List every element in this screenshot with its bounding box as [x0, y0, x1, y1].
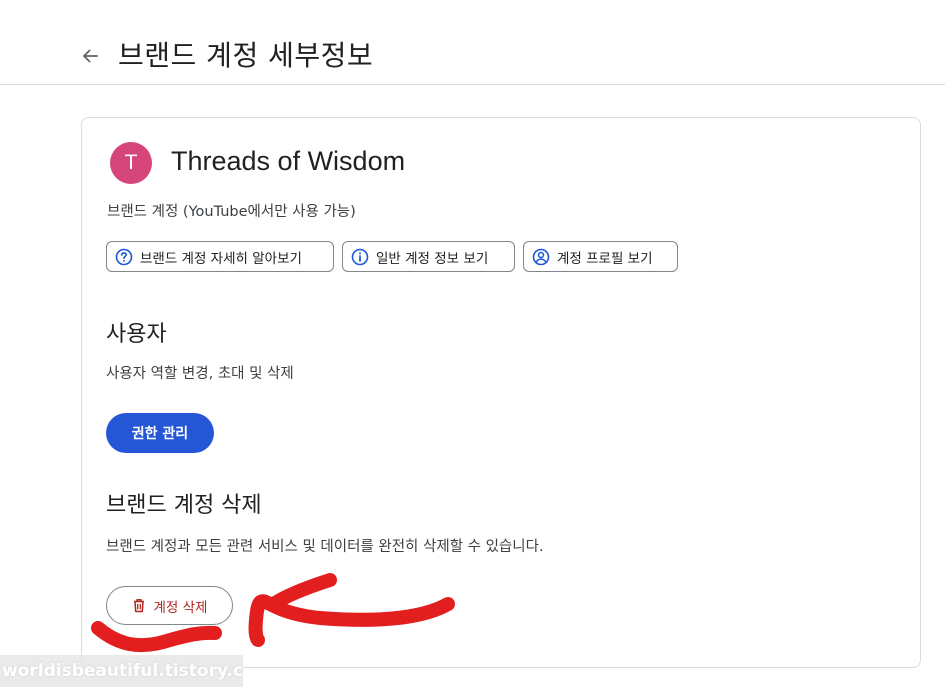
avatar: T — [110, 142, 152, 184]
delete-account-button[interactable]: 계정 삭제 — [106, 586, 233, 625]
watermark: worldisbeautiful.tistory.com — [0, 655, 243, 687]
account-name: Threads of Wisdom — [171, 146, 406, 176]
chip-label: 브랜드 계정 자세히 알아보기 — [140, 250, 302, 267]
arrow-back-icon — [80, 46, 100, 70]
users-section-description: 사용자 역할 변경, 초대 및 삭제 — [106, 366, 294, 382]
account-type-label: 브랜드 계정 (YouTube에서만 사용 가능) — [107, 204, 356, 220]
view-account-profile-chip[interactable]: 계정 프로필 보기 — [523, 241, 678, 272]
page-title: 브랜드 계정 세부정보 — [118, 39, 374, 72]
view-general-account-info-chip[interactable]: 일반 계정 정보 보기 — [342, 241, 515, 272]
top-bar: 브랜드 계정 세부정보 — [0, 0, 945, 85]
back-button[interactable] — [72, 40, 108, 76]
users-section-title: 사용자 — [106, 322, 167, 347]
delete-button-label: 계정 삭제 — [153, 599, 208, 616]
chip-label: 계정 프로필 보기 — [557, 250, 653, 267]
learn-more-brand-account-chip[interactable]: 브랜드 계정 자세히 알아보기 — [106, 241, 334, 272]
help-circle-icon — [115, 248, 133, 266]
manage-permissions-button[interactable]: 권한 관리 — [106, 413, 214, 453]
delete-section-description: 브랜드 계정과 모든 관련 서비스 및 데이터를 완전히 삭제할 수 있습니다. — [106, 539, 544, 555]
brand-account-card: T Threads of Wisdom 브랜드 계정 (YouTube에서만 사… — [81, 117, 921, 668]
chip-label: 일반 계정 정보 보기 — [376, 250, 489, 267]
account-circle-icon — [532, 248, 550, 266]
trash-icon — [132, 598, 146, 613]
info-icon — [351, 248, 369, 266]
delete-section-title: 브랜드 계정 삭제 — [106, 493, 262, 518]
